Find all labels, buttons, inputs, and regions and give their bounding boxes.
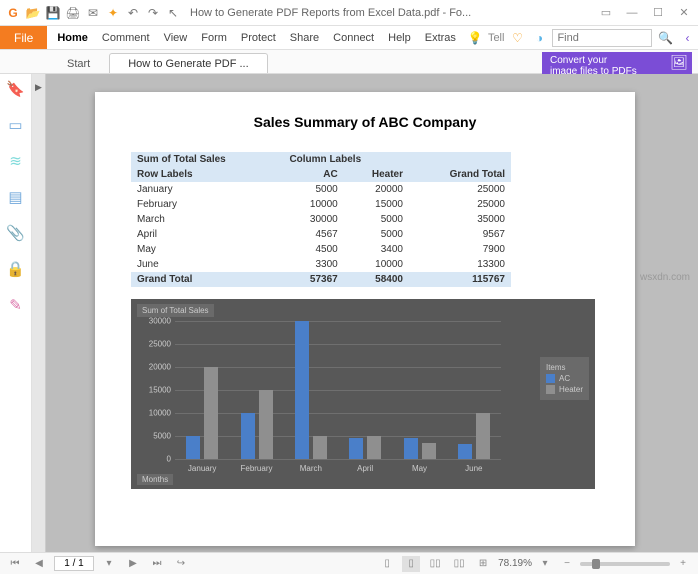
chart-bar-heater (259, 390, 273, 459)
report-title: Sales Summary of ABC Company (131, 114, 599, 130)
pointer-icon[interactable]: ↖ (164, 4, 182, 22)
chart-bar-ac (241, 413, 255, 459)
table-row: March30000500035000 (131, 212, 511, 227)
th-heater: Heater (344, 167, 409, 182)
last-page-icon[interactable]: ⏭ (148, 556, 166, 572)
security-icon[interactable]: 🔒 (6, 260, 25, 278)
page-dropdown-icon[interactable]: ▾ (100, 556, 118, 572)
next-page-icon[interactable]: ▶ (124, 556, 142, 572)
star-icon[interactable]: ✦ (104, 4, 122, 22)
chart-bar-heater (204, 367, 218, 459)
page-input[interactable] (54, 556, 94, 571)
promo-line1: Convert your (550, 55, 664, 66)
menu-protect[interactable]: Protect (235, 26, 282, 49)
chart-bar-ac (186, 436, 200, 459)
watermark: wsxdn.com (640, 272, 690, 283)
table-row: February100001500025000 (131, 197, 511, 212)
table-row: January50002000025000 (131, 182, 511, 197)
menu-help[interactable]: Help (382, 26, 417, 49)
zoom-dropdown-icon[interactable]: ▾ (536, 556, 554, 572)
view-thumb-icon[interactable]: ⊞ (474, 556, 492, 572)
chart-bar-heater (476, 413, 490, 459)
legend-ac: AC (559, 374, 570, 383)
legend-swatch-ac (546, 374, 555, 383)
maximize-icon[interactable]: ☐ (648, 3, 668, 23)
heart-icon[interactable]: ♡ (508, 29, 526, 47)
chart-bar-heater (313, 436, 327, 459)
menu-comment[interactable]: Comment (96, 26, 156, 49)
bookmark-icon[interactable]: 🔖 (6, 80, 25, 98)
minimize-icon[interactable]: — (622, 3, 642, 23)
first-page-icon[interactable]: ⏮ (6, 556, 24, 572)
view-contfacing-icon[interactable]: ▯▯ (450, 556, 468, 572)
collapse-arrow-icon[interactable]: ▶ (35, 82, 42, 93)
print-icon[interactable]: 🖨 (64, 4, 82, 22)
mail-icon[interactable]: ✉ (84, 4, 102, 22)
zoom-value: 78.19% (498, 558, 532, 569)
zoom-out-icon[interactable]: − (558, 556, 576, 572)
ruler-gutter: ▶ (32, 74, 46, 552)
pages-icon[interactable]: ▭ (8, 116, 22, 134)
view-single-icon[interactable]: ▯ (378, 556, 396, 572)
app-logo-icon: G (4, 4, 22, 22)
jump-icon[interactable]: ↪ (172, 556, 190, 572)
zoom-slider[interactable] (580, 562, 670, 566)
open-icon[interactable]: 📂 (24, 4, 42, 22)
undo-icon[interactable]: ↶ (124, 4, 142, 22)
document-page: Sales Summary of ABC Company Sum of Tota… (95, 92, 635, 546)
find-input[interactable] (552, 29, 652, 47)
chart-bar-ac (349, 438, 363, 459)
th-row: Row Labels (131, 167, 283, 182)
legend-heater: Heater (559, 385, 583, 394)
table-row: June33001000013300 (131, 257, 511, 272)
window-title: How to Generate PDF Reports from Excel D… (190, 7, 471, 19)
menu-home[interactable]: Home (51, 26, 94, 49)
menu-form[interactable]: Form (195, 26, 233, 49)
th-ac: AC (283, 167, 343, 182)
chart-title: Sum of Total Sales (137, 304, 214, 317)
menu-view[interactable]: View (158, 26, 194, 49)
chart-bar-heater (422, 443, 436, 459)
chart-bar-ac (295, 321, 309, 459)
legend-swatch-heater (546, 385, 555, 394)
prev-page-icon[interactable]: ◀ (30, 556, 48, 572)
table-total-row: Grand Total5736758400115767 (131, 272, 511, 287)
sign-icon[interactable]: ✎ (9, 296, 22, 314)
expand-find-icon[interactable]: ‹ (678, 29, 696, 47)
pivot-table: Sum of Total SalesColumn Labels Row Labe… (131, 152, 511, 287)
view-facing-icon[interactable]: ▯▯ (426, 556, 444, 572)
chart-legend: Items AC Heater (540, 357, 589, 400)
convert-icon[interactable]: ◑ (530, 29, 548, 47)
table-row: May450034007900 (131, 242, 511, 257)
chart-bar-heater (367, 436, 381, 459)
tab-start[interactable]: Start (48, 53, 109, 73)
comments-icon[interactable]: ▤ (8, 188, 22, 206)
legend-title: Items (546, 363, 583, 372)
menu-share[interactable]: Share (284, 26, 325, 49)
th-col: Column Labels (283, 152, 511, 167)
tell-label[interactable]: Tell (488, 32, 505, 44)
zoom-in-icon[interactable]: + (674, 556, 692, 572)
file-tab[interactable]: File (0, 26, 47, 49)
picture-icon: 🖼 (670, 55, 688, 70)
chart-bar-ac (404, 438, 418, 459)
th-gt: Grand Total (409, 167, 511, 182)
save-icon[interactable]: 💾 (44, 4, 62, 22)
redo-icon[interactable]: ↷ (144, 4, 162, 22)
menu-connect[interactable]: Connect (327, 26, 380, 49)
menu-extras[interactable]: Extras (419, 26, 462, 49)
layers-icon[interactable]: ≋ (9, 152, 22, 170)
chart-bar-ac (458, 444, 472, 459)
bulb-icon[interactable]: 💡 (466, 29, 484, 47)
search-icon[interactable]: 🔍 (656, 29, 674, 47)
view-cont-icon[interactable]: ▯ (402, 556, 420, 572)
close-icon[interactable]: ✕ (674, 3, 694, 23)
chart: Sum of Total Sales 050001000015000200002… (131, 299, 595, 489)
tab-document[interactable]: How to Generate PDF ... (109, 53, 267, 73)
ribbon-toggle-icon[interactable]: ▭ (596, 3, 616, 23)
table-row: April456750009567 (131, 227, 511, 242)
attachments-icon[interactable]: 📎 (6, 224, 25, 242)
chart-xlabel: Months (137, 474, 173, 485)
th-sum: Sum of Total Sales (131, 152, 283, 167)
